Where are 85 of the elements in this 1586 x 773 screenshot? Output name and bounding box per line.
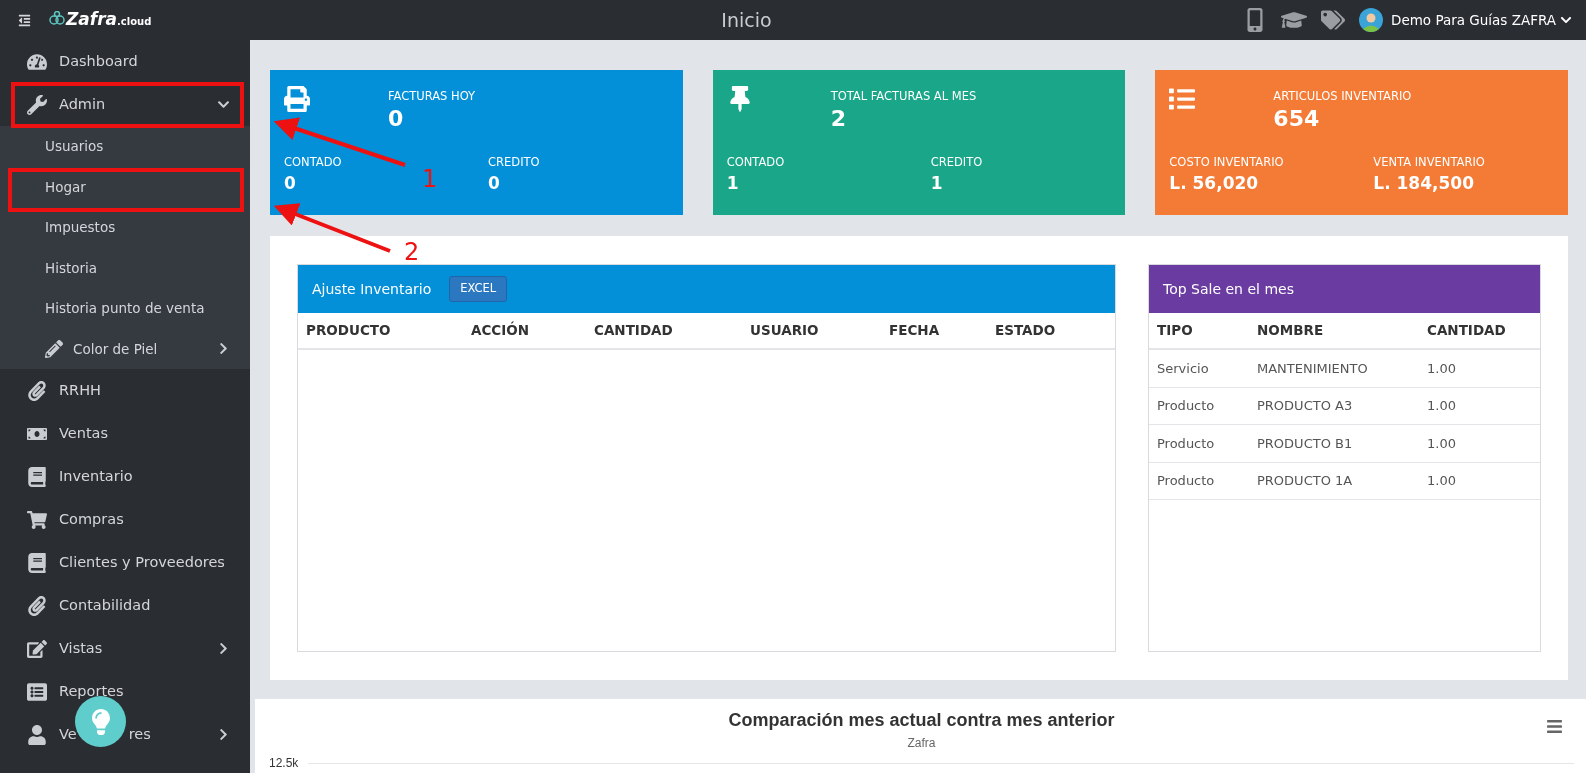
avatar-icon (1359, 8, 1383, 32)
book-icon (27, 466, 47, 487)
wrench-icon (27, 94, 47, 115)
table-cell-text: PRODUCTO B1 (1257, 434, 1354, 453)
edit-icon (27, 638, 47, 659)
submenu-item[interactable]: Hogar (0, 166, 250, 207)
column-header: FECHA (889, 321, 941, 341)
sidebar-item[interactable]: Admin (0, 83, 250, 126)
logo: Zafra.cloud (49, 7, 152, 33)
table-title: Ajuste Inventario (312, 279, 432, 299)
table-cell-text: PRODUCTO 1A (1257, 472, 1354, 490)
card-title: ARTICULOS INVENTARIO (1273, 88, 1412, 105)
printer-icon (284, 86, 310, 112)
table-cell-text: 1.00 (1427, 472, 1457, 490)
paperclip-icon (27, 595, 47, 616)
excel-button[interactable]: EXCEL (449, 276, 508, 302)
chart-title: Comparación mes actual contra mes anterior (728, 709, 1115, 732)
page-title: Inicio (721, 8, 772, 31)
stat-label: COSTO INVENTARIO (1169, 154, 1284, 171)
card-value: 2 (830, 105, 847, 133)
stat-value: L. 56,020 (1169, 172, 1259, 196)
list-icon (27, 681, 47, 702)
column-header: NOMBRE (1257, 321, 1325, 341)
column-header: TIPO (1157, 321, 1194, 341)
column-header: CANTIDAD (594, 321, 674, 341)
caret-icon (1560, 14, 1572, 26)
user-menu[interactable]: Demo Para Guías ZAFRA (1359, 8, 1572, 32)
paperclip-icon (27, 380, 47, 401)
dashboard-icon (27, 51, 47, 72)
annotation-number: 2 (404, 240, 420, 264)
table-cell-text: Producto (1157, 397, 1216, 415)
sidebar-item[interactable]: Vistas (0, 627, 250, 670)
stat-label: CONTADO (726, 154, 785, 171)
submenu-item[interactable]: Color de Piel (0, 328, 250, 369)
stat-value: 1 (726, 172, 739, 196)
sidebar-item[interactable]: Contabilidad (0, 584, 250, 627)
tags-icon[interactable] (1321, 8, 1345, 32)
sidebar-item[interactable]: Ve res (0, 713, 250, 756)
stat-value: 0 (284, 172, 296, 196)
table-cell-text: 1.00 (1427, 434, 1457, 453)
stat-label: CREDITO (488, 154, 540, 171)
card-title: FACTURAS HOY (388, 88, 476, 105)
table-cell-text: Servicio (1157, 359, 1210, 378)
sidebar-item[interactable]: Clientes y Proveedores (0, 541, 250, 584)
submenu-item[interactable]: Impuestos (0, 207, 250, 248)
sidebar-item[interactable]: Inventario (0, 455, 250, 498)
stat-value: 1 (930, 172, 943, 196)
axis-tick-label: 12.5k (269, 755, 299, 772)
column-header: ACCIÓN (471, 320, 531, 341)
column-header: ESTADO (995, 321, 1057, 341)
submenu-item[interactable]: Usuarios (0, 126, 250, 167)
table-cell-text: 1.00 (1427, 359, 1457, 378)
stat-label: CREDITO (930, 154, 983, 171)
book-icon (27, 552, 47, 573)
table-title: Top Sale en el mes (1163, 279, 1294, 299)
submenu-item[interactable]: Historia punto de venta (0, 288, 250, 329)
user-icon (27, 724, 47, 745)
menu-icon[interactable] (1546, 718, 1563, 735)
submenu-item[interactable]: Historia (0, 247, 250, 288)
table-cell-text: MANTENIMIENTO (1257, 359, 1369, 378)
stat-label: CONTADO (284, 154, 342, 171)
menu-icon[interactable] (18, 13, 31, 27)
list-icon (1169, 86, 1196, 112)
card-value: 654 (1273, 105, 1321, 133)
table-cell-text: Producto (1157, 434, 1216, 453)
sidebar-item[interactable]: RRHH (0, 369, 250, 412)
stat-value: L. 184,500 (1373, 172, 1474, 196)
card-title: TOTAL FACTURAS AL MES (830, 88, 977, 105)
pencil-icon (45, 339, 63, 358)
column-header: CANTIDAD (1427, 321, 1507, 341)
stat-value: 0 (488, 172, 500, 196)
annotation-number: 1 (422, 167, 438, 191)
chart-subtitle: Zafra (907, 735, 936, 752)
stat-label: VENTA INVENTARIO (1373, 154, 1485, 171)
cart-icon (27, 509, 47, 530)
table-cell-text: Producto (1157, 472, 1216, 490)
table-cell-text: 1.00 (1427, 397, 1457, 415)
sidebar-item[interactable]: Dashboard (0, 40, 250, 83)
table-cell-text: PRODUCTO A3 (1257, 397, 1354, 415)
column-header: USUARIO (750, 321, 820, 341)
sidebar-item[interactable]: Compras (0, 498, 250, 541)
sidebar-item[interactable]: Ventas (0, 412, 250, 455)
sidebar-item[interactable]: Reportes (0, 670, 250, 713)
card-value: 0 (388, 105, 405, 133)
column-header: PRODUCTO (306, 321, 392, 341)
